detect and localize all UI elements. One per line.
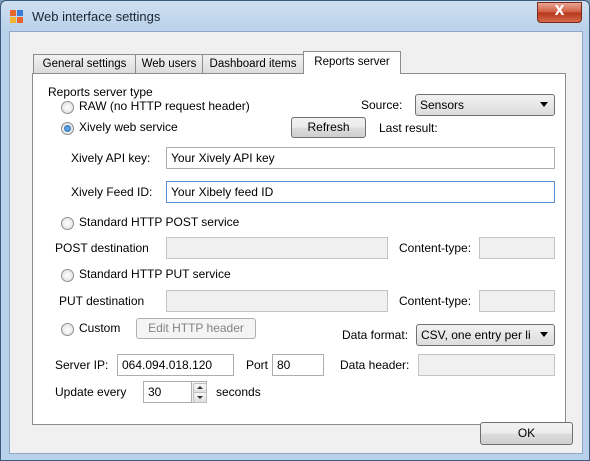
window-title: Web interface settings [32,9,161,24]
data-format-select[interactable]: CSV, one entry per li [416,324,555,346]
put-content-type-label: Content-type: [399,294,472,308]
raw-radio-label: RAW (no HTTP request header) [79,99,250,113]
custom-radio-label: Custom [79,321,121,335]
last-result-label: Last result: [379,121,438,135]
port-label: Port [246,358,269,372]
put-content-type-input[interactable] [479,290,555,312]
refresh-button[interactable]: Refresh [291,117,366,138]
data-header-input[interactable] [418,354,555,376]
data-format-select-value: CSV, one entry per li [421,328,531,342]
custom-radio[interactable] [61,323,74,336]
xively-feed-id-input[interactable]: Your Xibely feed ID [166,181,555,203]
xively-radio[interactable] [61,122,74,135]
close-button[interactable]: X [537,2,582,23]
source-select[interactable]: Sensors [415,94,555,116]
seconds-label: seconds [216,385,261,399]
settings-window: Web interface settings X General setting… [0,0,590,461]
chevron-down-icon [540,102,548,107]
server-type-group-label: Reports server type [48,85,153,99]
ok-button[interactable]: OK [480,422,573,445]
server-ip-input[interactable]: 064.094.018.120 [117,354,234,376]
data-format-label: Data format: [342,328,409,342]
server-ip-label: Server IP: [55,358,109,372]
chevron-down-icon [540,332,548,337]
post-radio-label: Standard HTTP POST service [79,215,240,229]
source-select-value: Sensors [420,98,465,112]
post-radio[interactable] [61,217,74,230]
xively-api-key-label: Xively API key: [71,151,151,165]
xively-feed-id-label: Xively Feed ID: [71,185,153,199]
raw-radio[interactable] [61,101,74,114]
xively-api-key-input[interactable]: Your Xively API key [166,147,555,169]
tab-reports-server[interactable]: Reports server [303,51,401,74]
post-content-type-input[interactable] [479,237,555,259]
post-destination-input[interactable] [166,237,388,259]
edit-http-header-button[interactable]: Edit HTTP header [136,318,256,339]
reports-server-panel: Reports server type RAW (no HTTP request… [32,73,566,425]
tab-general-settings[interactable]: General settings [33,54,136,73]
spin-down-icon[interactable] [193,392,207,403]
xively-radio-label: Xively web service [79,120,178,134]
data-header-label: Data header: [340,358,410,372]
update-interval-stepper[interactable] [191,381,207,403]
dialog-client-area: General settings Web users Dashboard ite… [9,31,583,454]
post-content-type-label: Content-type: [399,241,472,255]
app-icon [10,10,24,24]
post-destination-label: POST destination [55,241,149,255]
tab-dashboard-items[interactable]: Dashboard items [202,54,304,73]
put-radio-label: Standard HTTP PUT service [79,267,231,281]
tab-web-users[interactable]: Web users [135,54,203,73]
put-radio[interactable] [61,269,74,282]
put-destination-label: PUT destination [59,294,145,308]
source-label: Source: [361,98,403,112]
update-interval-input[interactable]: 30 [143,381,193,403]
put-destination-input[interactable] [166,290,388,312]
title-bar[interactable]: Web interface settings X [1,1,589,31]
port-input[interactable]: 80 [272,354,324,376]
update-every-label: Update every [55,385,127,399]
